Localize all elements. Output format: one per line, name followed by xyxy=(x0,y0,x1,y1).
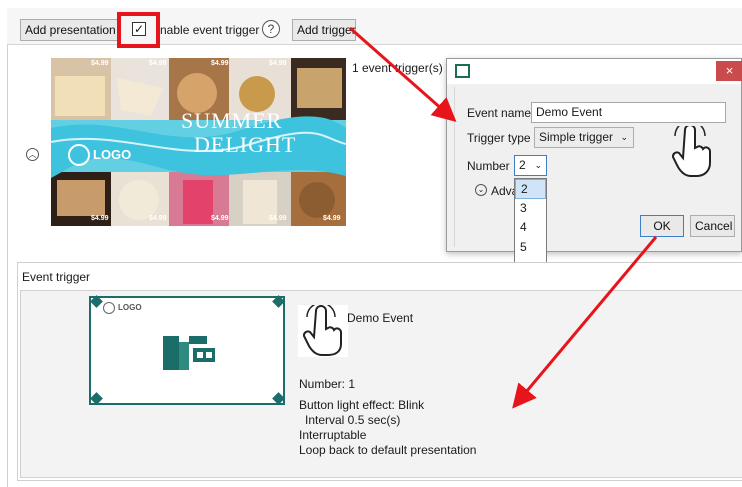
interval-text: Interval 0.5 sec(s) xyxy=(305,413,401,427)
help-circle-icon[interactable]: ? xyxy=(262,20,280,38)
cancel-button[interactable]: Cancel xyxy=(690,215,735,237)
banner-logo-text: LOGO xyxy=(93,147,132,162)
number-select[interactable]: 2 ⌄ xyxy=(514,155,547,176)
event-name-text: Demo Event xyxy=(347,311,414,325)
smiley-logo-icon xyxy=(103,302,115,314)
ok-button[interactable]: OK xyxy=(640,215,684,237)
close-icon[interactable]: × xyxy=(716,61,742,81)
expand-advanced-icon[interactable]: ⌄ xyxy=(475,184,487,196)
trigger-count-label: 1 event trigger(s) xyxy=(352,61,443,75)
price-label: $4.99 xyxy=(91,215,109,222)
add-presentation-button[interactable]: Add presentation xyxy=(20,19,118,41)
number-text: Number: 1 xyxy=(299,377,356,391)
trigger-type-label: Trigger type xyxy=(467,131,531,145)
touch-hand-icon xyxy=(667,120,717,178)
trigger-type-select[interactable]: Simple trigger ⌄ xyxy=(534,127,634,148)
touch-hand-icon xyxy=(298,302,348,357)
price-label: $4.99 xyxy=(149,215,167,222)
price-label: $4.99 xyxy=(269,215,287,222)
price-label: $4.99 xyxy=(323,215,341,222)
price-label: $4.99 xyxy=(91,60,109,67)
dropdown-option[interactable]: 4 xyxy=(515,218,546,238)
chevron-down-icon: ⌄ xyxy=(620,132,628,142)
highlight-box xyxy=(117,12,160,48)
enable-event-trigger-label: nable event trigger xyxy=(160,23,260,37)
dropdown-option[interactable]: 2 xyxy=(515,179,546,199)
number-select-value: 2 xyxy=(519,158,526,172)
presentation-thumbnail[interactable]: SUMMER DELIGHT LOGO $4.99 $4.99 $4.99 $4… xyxy=(51,58,346,226)
trigger-type-value: Simple trigger xyxy=(539,130,614,144)
event-name-input[interactable]: Demo Event xyxy=(531,102,726,123)
dialog-titlebar xyxy=(447,59,741,84)
light-effect-text: Button light effect: Blink xyxy=(299,398,425,412)
number-label: Number xyxy=(467,159,510,173)
banner-title-line1: SUMMER xyxy=(181,108,283,133)
chevron-down-icon: ⌄ xyxy=(534,160,542,170)
dropdown-option[interactable]: 5 xyxy=(515,238,546,258)
smiley-logo-icon xyxy=(68,144,90,166)
price-label: $4.99 xyxy=(211,60,229,67)
price-label: $4.99 xyxy=(149,60,167,67)
event-trigger-thumbnail[interactable]: LOGO xyxy=(89,296,285,405)
event-trigger-section-label: Event trigger xyxy=(22,270,91,284)
price-label: $4.99 xyxy=(269,60,287,67)
interruptable-text: Interruptable xyxy=(299,428,367,442)
app-icon xyxy=(455,64,470,78)
app-logo-icon xyxy=(163,336,215,370)
event-name-label: Event name xyxy=(467,106,532,120)
thumb-logo-text: LOGO xyxy=(118,303,142,312)
price-label: $4.99 xyxy=(211,215,229,222)
dropdown-option[interactable]: 3 xyxy=(515,199,546,219)
loop-back-text: Loop back to default presentation xyxy=(299,443,477,457)
banner-title-line2: DELIGHT xyxy=(194,132,297,157)
add-trigger-button[interactable]: Add trigger xyxy=(292,19,356,41)
chevron-up-icon[interactable]: ︿ xyxy=(26,148,39,161)
